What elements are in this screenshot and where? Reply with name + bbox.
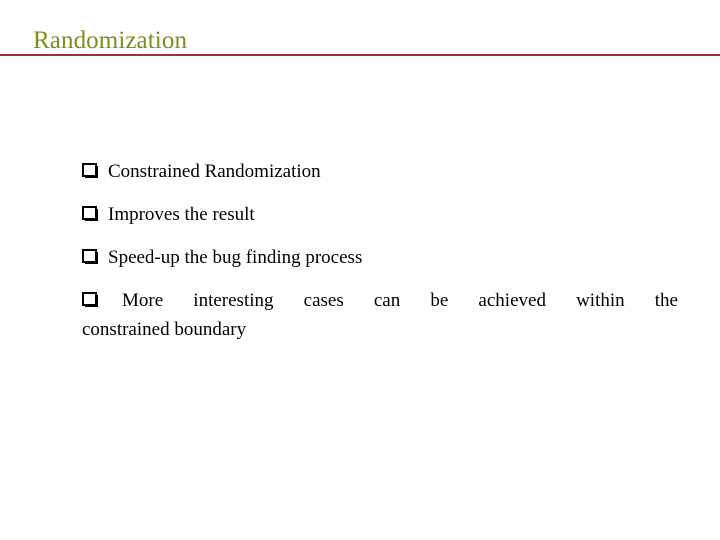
square-bullet-icon: [82, 249, 99, 264]
list-item: Speed-up the bug finding process: [82, 243, 678, 272]
list-item-label: More interesting cases can be achieved w…: [122, 290, 678, 311]
list-item-label: Constrained Randomization: [108, 161, 321, 182]
list-item-label: Improves the result: [108, 204, 255, 225]
list-item-line-1-wrap: More interesting cases can be achieved w…: [82, 286, 678, 315]
list-item: Constrained Randomization: [82, 157, 678, 186]
list-item: More interesting cases can be achieved w…: [82, 286, 678, 344]
slide-body: Constrained Randomization Improves the r…: [0, 0, 720, 540]
square-bullet-icon: [82, 163, 99, 178]
list-item: Improves the result: [82, 200, 678, 229]
list-item-label: Speed-up the bug finding process: [108, 247, 363, 268]
square-bullet-icon: [82, 292, 99, 307]
slide: Randomization Constrained Randomization …: [0, 0, 720, 540]
square-bullet-icon: [82, 206, 99, 221]
list-item-line-2: constrained boundary: [82, 319, 247, 340]
